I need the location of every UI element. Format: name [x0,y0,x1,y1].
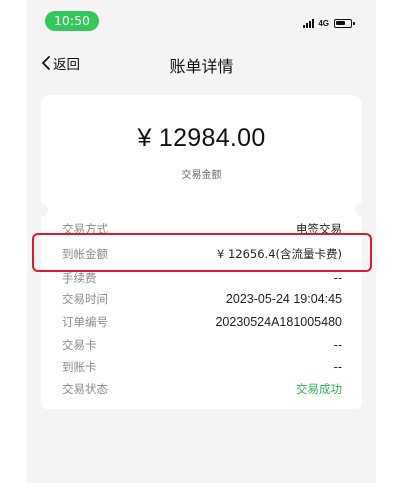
detail-value: -- [333,271,342,285]
detail-value: -- [333,338,342,352]
card-notch-left [34,203,48,217]
detail-row-status: 交易状态 交易成功 [62,381,342,397]
page-title: 账单详情 [169,57,234,76]
detail-value: -- [333,360,342,374]
network-type: 4G [318,18,329,28]
detail-key: 手续费 [62,271,97,285]
detail-value: 20230524A181005480 [215,315,342,329]
status-value: 交易成功 [296,382,342,396]
transaction-amount: ¥ 12984.00 [137,124,266,152]
detail-row-deposit-card: 到账卡 -- [62,359,342,375]
transaction-amount-label: 交易金额 [181,170,222,181]
signal-icon [303,18,315,28]
status-time: 10:50 [45,11,99,31]
detail-row-time: 交易时间 2023-05-24 19:04:45 [62,291,342,307]
detail-key: 到账卡 [62,360,97,374]
detail-key: 订单编号 [62,315,108,329]
status-bar: 10:50 4G [27,0,376,40]
detail-row-fee: 手续费 -- [62,270,342,286]
detail-value: 2023-05-24 19:04:45 [225,292,342,306]
detail-row-order-number: 订单编号 20230524A181005480 [62,314,342,330]
highlight-box [32,233,372,272]
nav-bar: 返回 账单详情 [27,48,376,78]
card-notch-right [355,203,369,217]
status-indicators: 4G [303,17,355,29]
detail-key: 交易时间 [62,292,108,306]
detail-key: 交易状态 [62,382,108,396]
detail-key: 交易卡 [62,338,97,352]
battery-icon [334,18,355,28]
detail-row-card: 交易卡 -- [62,337,342,353]
